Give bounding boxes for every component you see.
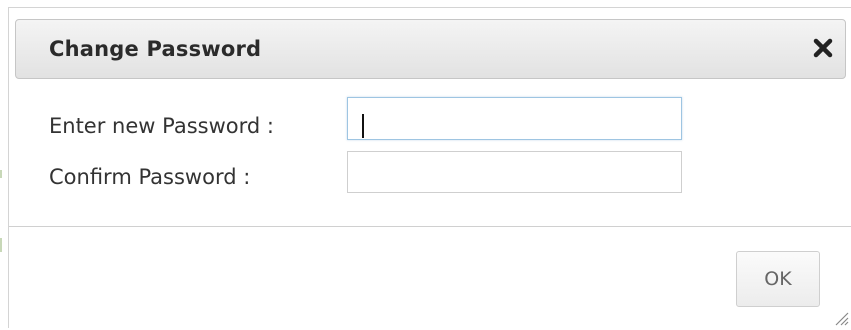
ok-button[interactable]: OK [736, 251, 820, 307]
dialog-titlebar[interactable]: Change Password [15, 19, 846, 79]
dialog-title: Change Password [49, 37, 262, 61]
background-edge-mark [0, 238, 2, 252]
text-caret [362, 114, 364, 138]
new-password-input[interactable] [347, 97, 682, 140]
confirm-password-label: Confirm Password : [49, 165, 251, 189]
resize-grip-icon[interactable] [831, 308, 849, 326]
new-password-label: Enter new Password : [49, 114, 274, 138]
confirm-password-input[interactable] [347, 151, 682, 193]
close-icon[interactable] [809, 34, 837, 62]
change-password-dialog: Change Password Enter new Password : Con… [8, 7, 851, 328]
background-edge-mark [0, 170, 2, 178]
footer-divider [9, 226, 851, 227]
